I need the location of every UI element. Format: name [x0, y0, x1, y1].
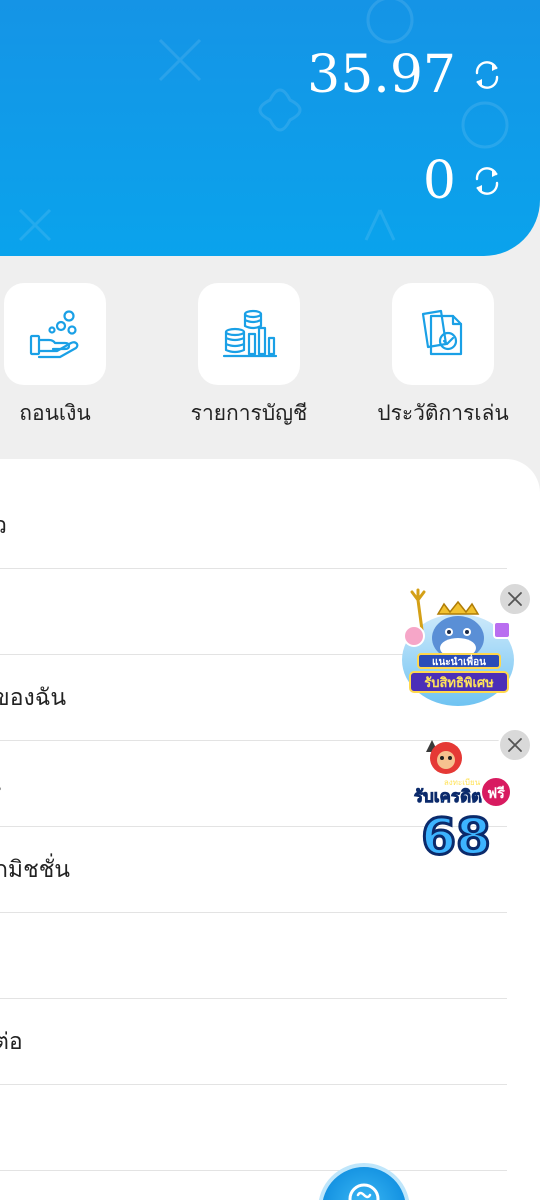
account-statement-label: รายการบัญชี — [190, 401, 308, 425]
menu-item-label: ักมิชชั่น — [0, 856, 71, 883]
withdraw-tile[interactable] — [4, 283, 106, 385]
refresh-icon[interactable] — [470, 164, 504, 198]
withdraw-label: ถอนเงิน — [19, 401, 91, 425]
menu-item-label: เ — [0, 766, 2, 802]
menu-item-label: ต่อ — [0, 1028, 23, 1055]
refer-friend-promo[interactable]: แนะนำเพื่อน รับสิทธิพิเศษ — [398, 582, 532, 712]
close-icon — [508, 592, 522, 606]
withdraw-coins-hand-icon — [29, 310, 79, 359]
promo2-line1: รับเครดิต — [414, 787, 482, 807]
main-balance-value: 35.97 — [307, 45, 456, 105]
promo2-badge: ฟรี — [487, 786, 505, 802]
coin-stack-chart-icon — [222, 309, 277, 358]
promo1-line2: รับสิทธิพิเศษ — [424, 676, 494, 691]
documents-clock-icon — [421, 309, 463, 356]
secondary-balance-row: 0 — [423, 146, 504, 216]
play-history-label: ประวัติการเล่น — [377, 401, 509, 425]
balance-header: 35.97 0 — [0, 0, 540, 256]
secondary-balance-value: 0 — [422, 151, 456, 211]
promo2-number: 68 — [421, 808, 491, 862]
menu-item-label: ของฉัน — [0, 684, 67, 711]
play-history-action[interactable]: ประวัติการเล่น — [353, 283, 533, 430]
close-icon — [508, 738, 522, 752]
free-credit-promo[interactable]: ลงทะเบียน รับเครดิต ฟรี 68 — [402, 728, 532, 868]
close-promo-button[interactable] — [498, 582, 532, 616]
play-history-tile[interactable] — [392, 283, 494, 385]
menu-item[interactable]: ว — [0, 483, 507, 569]
menu-item[interactable]: ต่อ — [0, 999, 507, 1085]
chat-support-icon — [348, 1183, 380, 1200]
account-statement-tile[interactable] — [198, 283, 300, 385]
account-statement-action[interactable]: รายการบัญชี — [159, 283, 339, 430]
refresh-icon[interactable] — [470, 58, 504, 92]
menu-item[interactable] — [0, 913, 507, 999]
menu-item[interactable] — [0, 1085, 507, 1171]
withdraw-action[interactable]: ถอนเงิน — [0, 283, 145, 430]
main-balance-row: 35.97 — [307, 40, 504, 110]
header-pattern-decoration — [18, 0, 509, 242]
promo2-small-text: ลงทะเบียน — [444, 778, 481, 787]
promo1-line1: แนะนำเพื่อน — [432, 654, 486, 668]
menu-item-label: ว — [0, 508, 7, 544]
close-promo-button[interactable] — [498, 728, 532, 762]
